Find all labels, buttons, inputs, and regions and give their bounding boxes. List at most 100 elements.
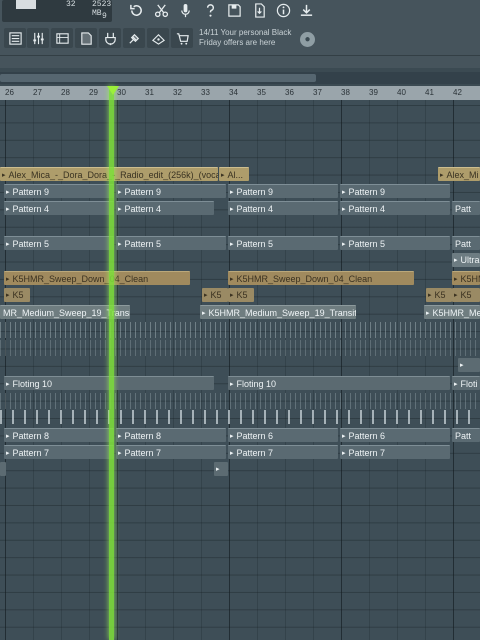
- channel-rack-icon[interactable]: [51, 28, 73, 48]
- clip-label: Floting 10: [12, 378, 53, 389]
- audio-clip[interactable]: ▸ K5: [452, 288, 480, 302]
- pattern-clip[interactable]: ▸ Pattern 5: [228, 236, 338, 250]
- bar-number: 39: [369, 88, 378, 97]
- mixer-icon[interactable]: [27, 28, 49, 48]
- note-pattern-band[interactable]: [0, 410, 480, 424]
- pattern-clip[interactable]: ▸ Pattern 7: [340, 445, 450, 459]
- pattern-clip[interactable]: ▸: [214, 462, 228, 476]
- bar-number: 31: [145, 88, 154, 97]
- automation-waveform[interactable]: [0, 393, 480, 409]
- pattern-clip[interactable]: ▸ Pattern 8: [4, 428, 114, 442]
- plugin-picker-icon[interactable]: [99, 28, 121, 48]
- clip-label: Pattern 9: [236, 186, 274, 197]
- audio-clip[interactable]: ▸K5HMR_Medi: [424, 305, 480, 319]
- pattern-clip[interactable]: ▸ Pattern 6: [340, 428, 450, 442]
- clip-menu-arrow: ▸: [460, 362, 464, 369]
- export-icon[interactable]: [248, 0, 270, 20]
- pattern-clip[interactable]: ▸ Floti: [452, 376, 480, 390]
- clip-label: K5: [210, 290, 222, 300]
- polyphony-value: 9: [102, 12, 107, 21]
- automation-waveform[interactable]: [0, 340, 480, 356]
- clip-label: Pattern 6: [348, 430, 386, 441]
- pattern-clip[interactable]: ▸ Pattern 4: [340, 201, 450, 215]
- playlist-grid[interactable]: ▸ Alex_Mica_-_Dora_Dora_-_Radio_edit_(25…: [0, 100, 480, 640]
- clip-label: Pattern 5: [348, 238, 386, 249]
- clip-label: K5: [236, 290, 248, 300]
- clip-label: Pattern 4: [236, 203, 274, 214]
- pattern-clip[interactable]: ▸ Pattern 5: [116, 236, 226, 250]
- loop-record-icon[interactable]: [125, 0, 147, 20]
- toolbar-divider: [0, 55, 480, 56]
- audio-clip[interactable]: ▸ K5: [228, 288, 254, 302]
- clip-label: K5: [434, 290, 446, 300]
- pattern-clip[interactable]: ▸ Floting 10: [228, 376, 450, 390]
- pattern-clip[interactable]: ▸ Pattern 5: [340, 236, 450, 250]
- audio-clip[interactable]: ▸ Alex_Mi: [438, 167, 480, 181]
- clip-label: Floting 10: [236, 378, 277, 389]
- save-icon[interactable]: [223, 0, 245, 20]
- help-icon[interactable]: [199, 0, 221, 20]
- pattern-clip[interactable]: ▸ Pattern 6: [228, 428, 338, 442]
- pattern-clip[interactable]: ▸ Pattern 5: [4, 236, 114, 250]
- pattern-clip[interactable]: Patt: [452, 201, 480, 215]
- clip-label: K5HMR_Sweep_Down_04_Clean: [12, 273, 149, 284]
- audio-clip[interactable]: ▸ Ultra: [452, 253, 480, 267]
- bar-number: 34: [229, 88, 238, 97]
- audio-clip[interactable]: ▸ K5: [202, 288, 228, 302]
- pattern-clip[interactable]: ▸ Pattern 4: [4, 201, 114, 215]
- browser-icon[interactable]: [75, 28, 97, 48]
- globe-icon[interactable]: ●: [300, 32, 315, 47]
- bar-number: 33: [201, 88, 210, 97]
- clip-label: Patt: [455, 430, 472, 441]
- playlist-horizontal-scrollbar[interactable]: [0, 72, 480, 84]
- bar-number: 37: [313, 88, 322, 97]
- playhead[interactable]: [109, 86, 114, 640]
- pattern-clip[interactable]: Patt: [452, 428, 480, 442]
- pattern-clip[interactable]: ▸ Pattern 9: [116, 184, 226, 198]
- cut-icon[interactable]: [150, 0, 172, 20]
- clip-label: Patt: [455, 203, 472, 214]
- clip-label: K5HMR_Medi: [432, 307, 480, 318]
- clip-label: Alex_Mi: [446, 169, 479, 180]
- pattern-clip[interactable]: ▸ Pattern 7: [116, 445, 226, 459]
- plug-icon[interactable]: [123, 28, 145, 48]
- scrollbar-thumb[interactable]: [0, 74, 316, 82]
- pattern-clip[interactable]: Patt: [452, 236, 480, 250]
- audio-clip[interactable]: ▸ K5HMR_Medium_Sweep_19_Transition: [200, 305, 356, 319]
- timeline-ruler[interactable]: 26 27 28 29 30 31 32 33 34 35 36 37 38 3…: [0, 86, 480, 100]
- pattern-clip[interactable]: ▸ Pattern 8: [116, 428, 226, 442]
- playhead-marker[interactable]: [107, 86, 119, 95]
- audio-clip[interactable]: ▸ K5HMR_Sweep_Down_04_Clean: [228, 271, 414, 285]
- pattern-clip[interactable]: ▸ Pattern 4: [228, 201, 338, 215]
- pattern-clip[interactable]: ▸ Pattern 7: [4, 445, 114, 459]
- audio-clip[interactable]: ▸ K5: [4, 288, 30, 302]
- pattern-clip[interactable]: ▸ Pattern 7: [228, 445, 338, 459]
- download-icon[interactable]: [295, 0, 317, 20]
- pattern-clip[interactable]: ▸ Pattern 9: [340, 184, 450, 198]
- pattern-clip[interactable]: ▸ Pattern 4: [116, 201, 214, 215]
- pattern-clip[interactable]: [0, 462, 6, 476]
- pattern-clip[interactable]: ▸ Pattern 9: [4, 184, 114, 198]
- clip-label: Pattern 7: [236, 447, 274, 458]
- clip-label: K5HMR_Medium_Sweep_19_Transition: [208, 307, 356, 318]
- audio-clip[interactable]: ▸ K5HMR_Sweep_Down_04_Clean: [4, 271, 190, 285]
- audio-clip[interactable]: ▸K5HM: [452, 271, 480, 285]
- audio-clip[interactable]: ▸ K5: [426, 288, 452, 302]
- automation-waveform[interactable]: [0, 322, 480, 338]
- pattern-clip[interactable]: ▸ Pattern 9: [228, 184, 338, 198]
- touch-controller-icon[interactable]: [147, 28, 169, 48]
- microphone-icon[interactable]: [174, 0, 196, 20]
- cpu-value: 32: [66, 0, 76, 9]
- news-banner-text[interactable]: 14/11 Your personal Black Friday offers …: [199, 28, 309, 48]
- shop-icon[interactable]: [171, 28, 193, 48]
- clip-label: Pattern 5: [236, 238, 274, 249]
- audio-clip[interactable]: ▸ Al...: [219, 167, 249, 181]
- playlist-icon[interactable]: [4, 28, 26, 48]
- clip-label: Pattern 4: [12, 203, 50, 214]
- cpu-memory-panel[interactable]: 32 2523 MB 9: [2, 0, 112, 22]
- bar-number: 42: [453, 88, 462, 97]
- clip-label: Pattern 5: [124, 238, 162, 249]
- info-icon[interactable]: [272, 0, 294, 20]
- pattern-clip[interactable]: ▸: [458, 358, 480, 372]
- bar-number: 35: [257, 88, 266, 97]
